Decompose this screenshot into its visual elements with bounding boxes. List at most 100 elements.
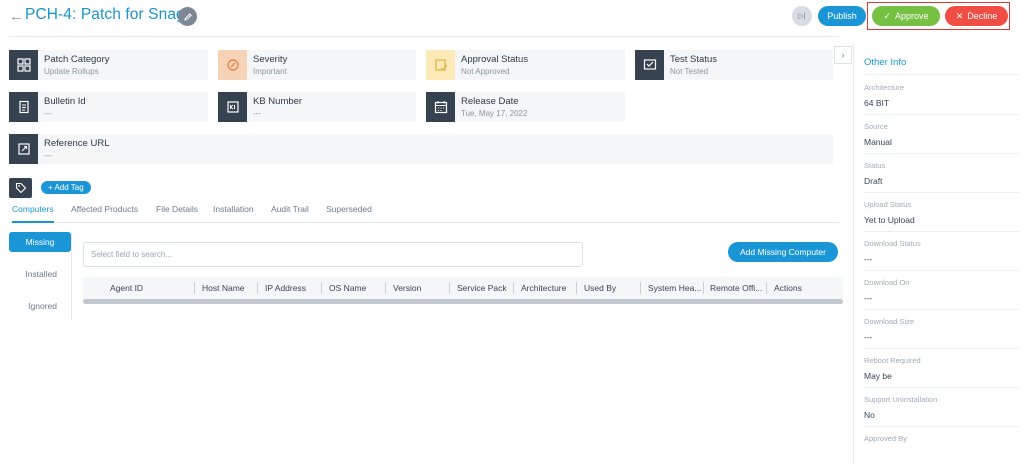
tab-superseded[interactable]: Superseded <box>326 204 372 223</box>
card-value: Tue, May 17, 2022 <box>461 109 528 118</box>
calendar-icon <box>426 92 455 122</box>
column-actions: Actions <box>774 283 802 293</box>
card-value: Not Tested <box>670 67 709 76</box>
card-value: --- <box>44 151 52 160</box>
field-value-support-uninstallation: No <box>864 410 875 420</box>
column-separator <box>449 282 450 294</box>
subnav-missing[interactable]: Missing <box>9 232 71 252</box>
tag-icon <box>9 178 32 198</box>
column-separator <box>513 282 514 294</box>
tab-affected-products[interactable]: Affected Products <box>71 204 138 223</box>
divider <box>864 231 1019 232</box>
card-test-status: Test Status Not Tested <box>635 50 833 80</box>
skip-icon: ▷| <box>798 13 806 20</box>
card-value: Not Approved <box>461 67 510 76</box>
header-divider <box>9 36 839 37</box>
card-value: --- <box>253 109 261 118</box>
approve-label: Approve <box>895 11 929 21</box>
field-label-download-size: Download Size <box>864 317 915 326</box>
card-reference-url: Reference URL --- <box>9 134 833 164</box>
test-icon <box>635 50 664 80</box>
column-service-pack[interactable]: Service Pack <box>457 277 507 299</box>
decline-button[interactable]: ✕ Decline <box>945 6 1008 26</box>
field-label-support-uninstallation: Support Uninstallation <box>864 395 938 404</box>
add-tag-button[interactable]: + Add Tag <box>41 181 91 194</box>
edit-title-button[interactable] <box>178 7 197 26</box>
link-icon <box>9 134 38 164</box>
divider <box>864 348 1019 349</box>
back-arrow-icon[interactable]: ← <box>9 8 24 25</box>
field-value-download-size: --- <box>864 332 873 342</box>
column-separator <box>576 282 577 294</box>
column-os-name[interactable]: OS Name <box>329 277 366 299</box>
card-kb-number: KB Number --- <box>218 92 416 122</box>
column-version[interactable]: Version <box>393 277 421 299</box>
divider <box>864 270 1019 271</box>
add-missing-computer-button[interactable]: Add Missing Computer <box>728 242 838 262</box>
panel-divider <box>853 44 854 464</box>
column-host-name[interactable]: Host Name <box>202 277 245 299</box>
card-label: Patch Category <box>44 54 110 65</box>
column-agent-id[interactable]: Agent ID <box>110 277 143 299</box>
tab-installation[interactable]: Installation <box>213 204 254 223</box>
subnav-installed[interactable]: Installed <box>9 264 71 284</box>
tab-audit-trail[interactable]: Audit Trail <box>271 204 309 223</box>
bulletin-icon <box>9 92 38 122</box>
card-label: Release Date <box>461 96 519 107</box>
kb-icon <box>218 92 247 122</box>
publish-button[interactable]: Publish <box>818 6 866 26</box>
card-bulletin-id: Bulletin Id --- <box>9 92 208 122</box>
approval-icon <box>426 50 455 80</box>
column-architecture[interactable]: Architecture <box>521 277 566 299</box>
table-header: Agent ID Host Name IP Address OS Name Ve… <box>83 277 843 299</box>
field-value-source: Manual <box>864 137 892 147</box>
search-input[interactable] <box>83 242 583 267</box>
approve-button[interactable]: ✓ Approve <box>872 6 940 26</box>
column-separator <box>766 282 767 294</box>
close-icon: ✕ <box>955 10 964 21</box>
card-label: KB Number <box>253 96 303 107</box>
tab-computers[interactable]: Computers <box>12 204 54 223</box>
card-label: Severity <box>253 54 288 65</box>
chevron-right-icon: › <box>841 50 845 60</box>
decline-label: Decline <box>967 11 998 21</box>
grid-icon <box>9 50 38 80</box>
card-value: --- <box>44 109 52 118</box>
column-system-health[interactable]: System Hea... <box>648 277 701 299</box>
field-label-approved-by: Approved By <box>864 434 907 443</box>
card-severity: Severity Important <box>218 50 416 80</box>
column-used-by[interactable]: Used By <box>584 277 616 299</box>
pencil-icon <box>183 12 192 21</box>
collapse-panel-button[interactable]: › <box>834 46 852 64</box>
divider <box>864 74 1019 75</box>
subnav-ignored[interactable]: Ignored <box>9 296 71 316</box>
column-separator <box>385 282 386 294</box>
column-remote-office[interactable]: Remote Offi... <box>710 277 762 299</box>
page-title: PCH-4: Patch for Snagit <box>25 6 193 23</box>
card-label: Test Status <box>670 54 717 65</box>
field-value-status: Draft <box>864 176 883 186</box>
divider <box>864 192 1019 193</box>
column-separator <box>703 282 704 294</box>
field-label-architecture: Architecture <box>864 83 905 92</box>
field-label-source: Source <box>864 122 888 131</box>
column-separator <box>321 282 322 294</box>
field-label-download-status: Download Status <box>864 239 921 248</box>
check-icon: ✓ <box>883 10 891 21</box>
divider <box>864 309 1019 310</box>
card-label: Approval Status <box>461 54 529 65</box>
card-label: Reference URL <box>44 138 110 149</box>
tab-file-details[interactable]: File Details <box>156 204 198 223</box>
field-value-download-status: --- <box>864 254 873 264</box>
divider <box>864 114 1019 115</box>
field-label-upload-status: Upload Status <box>864 200 912 209</box>
severity-icon <box>218 50 247 80</box>
column-separator <box>640 282 641 294</box>
column-ip-address[interactable]: IP Address <box>265 277 306 299</box>
card-label: Bulletin Id <box>44 96 86 107</box>
table-horizontal-scrollbar[interactable] <box>83 299 843 304</box>
field-label-status: Status <box>864 161 886 170</box>
skip-button[interactable]: ▷| <box>792 6 812 26</box>
card-value: Update Rollups <box>44 67 99 76</box>
card-release-date: Release Date Tue, May 17, 2022 <box>426 92 625 122</box>
